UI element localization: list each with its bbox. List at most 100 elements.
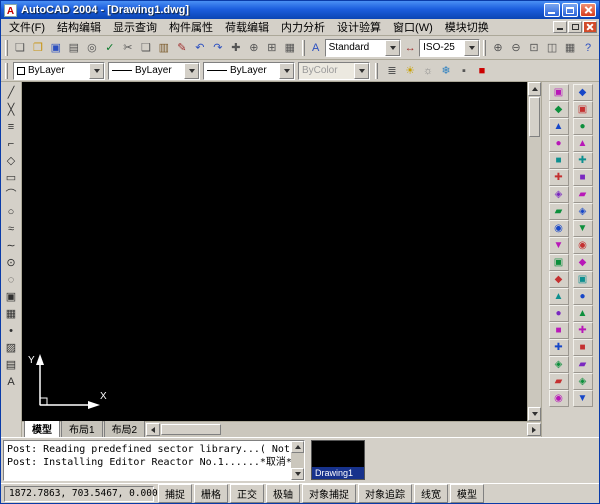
vertical-scrollbar[interactable] (527, 82, 541, 421)
construction-line-icon[interactable]: ╳ (2, 101, 20, 118)
zoom-in-icon[interactable]: ⊕ (489, 39, 507, 57)
struct-tool-icon[interactable]: ▣ (549, 84, 569, 101)
struct-tool-icon[interactable]: ◈ (549, 186, 569, 203)
struct-tool-icon[interactable]: ✚ (573, 322, 593, 339)
layer-off-icon[interactable]: ☼ (419, 62, 437, 80)
redo-icon[interactable]: ↷ (209, 39, 227, 57)
make-block-icon[interactable]: ▦ (2, 305, 20, 322)
match-properties-icon[interactable]: ✎ (173, 39, 191, 57)
layers-icon[interactable]: ≣ (383, 62, 401, 80)
new-file-icon[interactable]: ❏ (11, 39, 29, 57)
minimize-button[interactable] (544, 3, 560, 17)
minimized-drawing-window[interactable]: Drawing1 (311, 440, 365, 480)
struct-tool-icon[interactable]: ◉ (549, 220, 569, 237)
struct-tool-icon[interactable]: ◈ (573, 373, 593, 390)
dim-style-combo[interactable]: ISO-25 (419, 39, 480, 57)
command-panel[interactable]: Post: Reading predefined sector library.… (3, 440, 305, 481)
struct-tool-icon[interactable]: ◆ (549, 101, 569, 118)
combo-arrow-button[interactable] (385, 40, 400, 56)
current-color-icon[interactable]: ■ (473, 62, 491, 80)
combo-arrow-button[interactable] (89, 63, 104, 79)
struct-tool-icon[interactable]: ▰ (549, 373, 569, 390)
struct-tool-icon[interactable]: ● (573, 288, 593, 305)
struct-tool-icon[interactable]: ▲ (573, 135, 593, 152)
struct-tool-icon[interactable]: ▰ (573, 186, 593, 203)
status-toggle-button[interactable]: 正交 (230, 484, 264, 503)
struct-tool-icon[interactable]: ▲ (549, 118, 569, 135)
status-toggle-button[interactable]: 线宽 (414, 484, 448, 503)
region-icon[interactable]: ▤ (2, 356, 20, 373)
struct-tool-icon[interactable]: ● (549, 305, 569, 322)
combo-arrow-button[interactable] (184, 63, 199, 79)
struct-tool-icon[interactable]: ▰ (573, 356, 593, 373)
struct-tool-icon[interactable]: ■ (573, 339, 593, 356)
close-button[interactable] (580, 3, 596, 17)
struct-tool-icon[interactable]: ■ (549, 322, 569, 339)
scroll-down-button[interactable] (528, 407, 541, 421)
document-close-button[interactable] (583, 21, 597, 33)
document-restore-button[interactable] (568, 21, 582, 33)
scrollbar-thumb[interactable] (161, 424, 221, 435)
multiline-icon[interactable]: ≡ (2, 118, 20, 135)
scrollbar-thumb[interactable] (529, 97, 540, 137)
properties-icon[interactable]: ▦ (281, 39, 299, 57)
struct-tool-icon[interactable]: ◆ (549, 271, 569, 288)
zoom-out-icon[interactable]: ⊖ (507, 39, 525, 57)
status-toggle-button[interactable]: 极轴 (266, 484, 300, 503)
toolbar-grip[interactable] (483, 40, 486, 56)
status-toggle-button[interactable]: 模型 (450, 484, 484, 503)
command-scrollbar[interactable] (291, 441, 304, 480)
polygon-icon[interactable]: ◇ (2, 152, 20, 169)
maximize-button[interactable] (562, 3, 578, 17)
spline-icon[interactable]: ∼ (2, 237, 20, 254)
struct-tool-icon[interactable]: ◈ (573, 203, 593, 220)
save-icon[interactable]: ▣ (47, 39, 65, 57)
circle-icon[interactable]: ○ (2, 203, 20, 220)
struct-tool-icon[interactable]: ◈ (549, 356, 569, 373)
text-style-combo[interactable]: Standard (325, 39, 402, 57)
pan-icon[interactable]: ✚ (227, 39, 245, 57)
cut-icon[interactable]: ✂ (119, 39, 137, 57)
struct-tool-icon[interactable]: ▣ (573, 101, 593, 118)
menu-item[interactable]: 荷载编辑 (219, 18, 275, 36)
paste-icon[interactable]: ▥ (155, 39, 173, 57)
layout-viewports-icon[interactable]: ▦ (561, 39, 579, 57)
struct-tool-icon[interactable]: ✚ (549, 339, 569, 356)
layout-tab[interactable]: 布局2 (104, 419, 146, 437)
document-minimize-button[interactable] (553, 21, 567, 33)
status-toggle-button[interactable]: 捕捉 (158, 484, 192, 503)
status-toggle-button[interactable]: 对象捕捉 (302, 484, 356, 503)
line-tool-icon[interactable]: ╱ (2, 84, 20, 101)
toolbar-grip[interactable] (375, 63, 378, 79)
text-style-icon[interactable]: A (308, 39, 324, 57)
menu-item[interactable]: 文件(F) (3, 18, 51, 36)
layer-lock-icon[interactable]: ▪ (455, 62, 473, 80)
layout-tab[interactable]: 布局1 (61, 419, 103, 437)
menu-item[interactable]: 设计验算 (331, 18, 387, 36)
plot-icon[interactable]: ▤ (65, 39, 83, 57)
toolbar-grip[interactable] (5, 40, 8, 56)
scroll-right-button[interactable] (527, 423, 541, 436)
struct-tool-icon[interactable]: ▲ (573, 305, 593, 322)
layer-freeze-icon[interactable]: ❄ (437, 62, 455, 80)
menu-item[interactable]: 结构编辑 (51, 18, 107, 36)
toolbar-grip[interactable] (302, 40, 305, 56)
dim-style-icon[interactable]: ↔ (402, 39, 418, 57)
menu-item[interactable]: 构件属性 (163, 18, 219, 36)
combo-arrow-button[interactable] (464, 40, 479, 56)
rectangle-icon[interactable]: ▭ (2, 169, 20, 186)
scroll-up-button[interactable] (291, 441, 304, 453)
point-icon[interactable]: • (2, 322, 20, 339)
struct-tool-icon[interactable]: ● (573, 118, 593, 135)
named-views-icon[interactable]: ◫ (543, 39, 561, 57)
open-file-icon[interactable]: ❐ (29, 39, 47, 57)
coordinates-display[interactable]: 1872.7863, 703.5467, 0.0000 (4, 486, 154, 502)
hatch-icon[interactable]: ▨ (2, 339, 20, 356)
linetype-combo[interactable]: ByLayer (108, 62, 200, 80)
status-toggle-button[interactable]: 栅格 (194, 484, 228, 503)
struct-tool-icon[interactable]: ◉ (549, 390, 569, 407)
undo-icon[interactable]: ↶ (191, 39, 209, 57)
struct-tool-icon[interactable]: ✚ (549, 169, 569, 186)
zoom-window-icon[interactable]: ⊞ (263, 39, 281, 57)
polyline-icon[interactable]: ⌐ (2, 135, 20, 152)
